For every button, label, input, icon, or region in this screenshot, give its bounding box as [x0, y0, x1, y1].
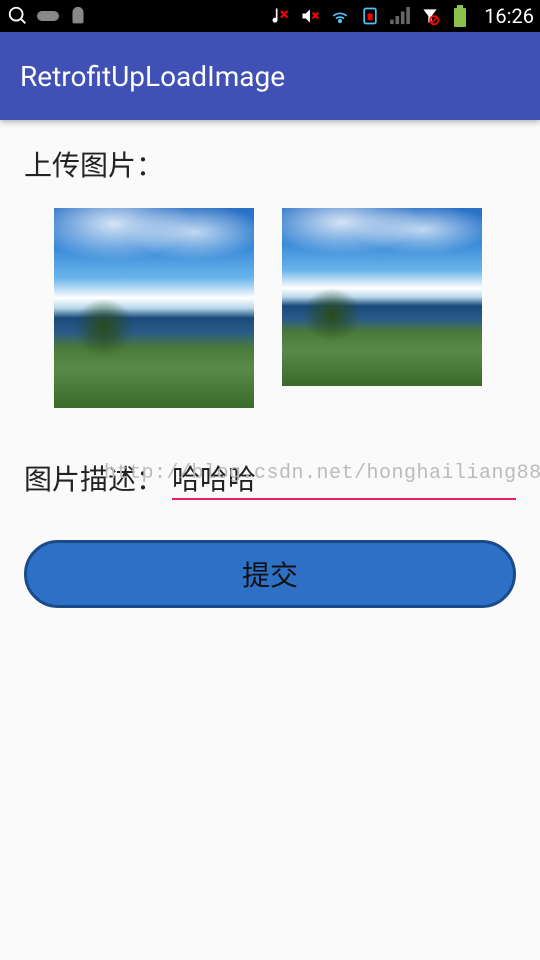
status-bar: 16:26	[0, 0, 540, 32]
signal-icon	[388, 4, 412, 28]
android-icon	[66, 4, 90, 28]
sim-icon	[358, 4, 382, 28]
images-row	[24, 208, 516, 408]
submit-button[interactable]: 提交	[24, 540, 516, 608]
search-icon	[6, 4, 30, 28]
battery-icon	[448, 4, 472, 28]
app-title: RetrofitUpLoadImage	[20, 60, 285, 93]
submit-button-label: 提交	[242, 554, 298, 594]
music-off-icon	[268, 4, 292, 28]
description-input[interactable]	[172, 458, 516, 500]
upload-label: 上传图片：	[24, 144, 516, 184]
wifi-icon	[328, 4, 352, 28]
volume-off-icon	[298, 4, 322, 28]
description-label: 图片描述：	[24, 458, 172, 498]
description-row: 图片描述： http://blog.csdn.net/honghailiang8…	[24, 458, 516, 500]
main-content: 上传图片： 图片描述： http://blog.csdn.net/honghai…	[0, 120, 540, 632]
image-thumbnail-1[interactable]	[54, 208, 254, 408]
filter-off-icon	[418, 4, 442, 28]
image-thumbnail-2[interactable]	[282, 208, 482, 386]
status-time: 16:26	[484, 4, 534, 28]
app-bar: RetrofitUpLoadImage	[0, 32, 540, 120]
controller-icon	[36, 4, 60, 28]
